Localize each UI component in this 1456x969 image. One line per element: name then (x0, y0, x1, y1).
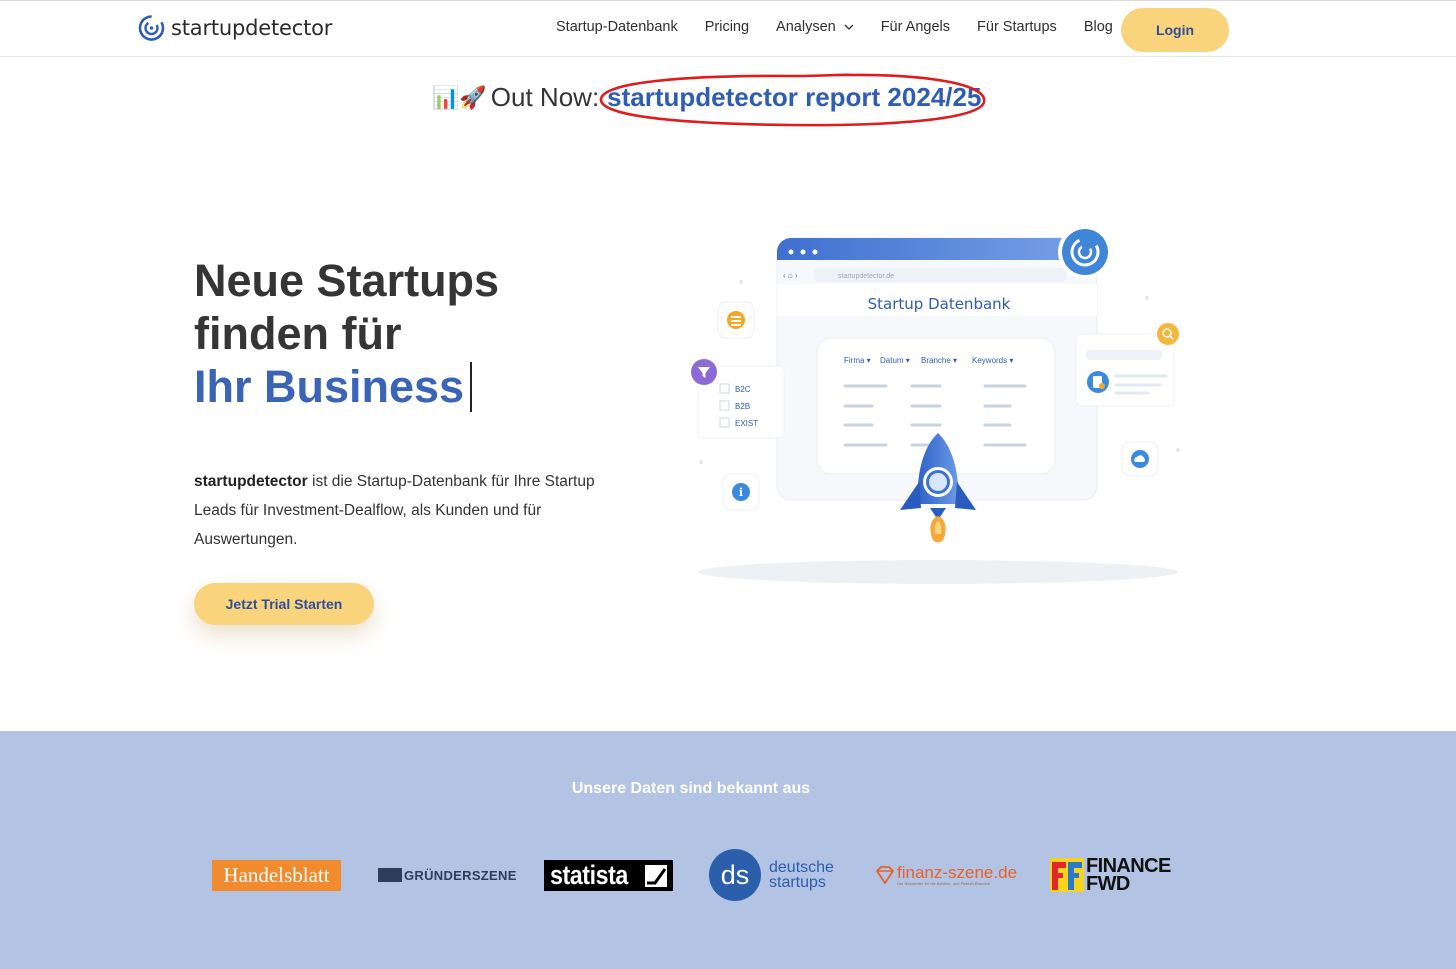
ds-line2: startups (769, 874, 826, 891)
handelsblatt-wordmark: Handelsblatt (212, 859, 341, 891)
svg-text:i: i (739, 486, 743, 499)
filter-keywords: Keywords ▾ (972, 356, 1013, 365)
deutsche-startups-logo: ds deutsche startups (709, 848, 834, 902)
hero-title-highlight: Ihr Business (194, 361, 465, 412)
logo-text: startupdetector (171, 16, 333, 40)
illustration-heading: Startup Datenbank (868, 295, 1011, 313)
checkbox-b2b: B2B (735, 402, 750, 411)
finance-fwd-line2: FWD (1086, 873, 1130, 895)
hero-title-line1: Neue Startups (194, 255, 500, 306)
nav-analysen[interactable]: Analysen (776, 19, 854, 35)
hero-description-brand: startupdetector (194, 473, 308, 490)
nav-label: Pricing (704, 19, 750, 35)
svg-text:‹ ⌂ ›: ‹ ⌂ › (783, 271, 798, 280)
startup-database-illustration: startupdetector.de ‹ ⌂ › Startup Datenba… (691, 225, 1180, 584)
announcement-prefix: Out Now: (490, 82, 600, 112)
checkbox-exist: EXIST (735, 419, 758, 428)
logo[interactable]: startupdetector (138, 14, 332, 42)
chart-rocket-emoji-icon: 📊🚀 (432, 84, 487, 110)
nav-label: Für Angels (880, 19, 951, 35)
finanz-szene-wordmark: finanz-szene.de (897, 863, 1018, 882)
finance-fwd-mark-icon (1050, 858, 1084, 892)
login-button[interactable]: Login (1121, 8, 1229, 52)
nav-startup-datenbank[interactable]: Startup-Datenbank (556, 19, 678, 35)
handelsblatt-logo: Handelsblatt (212, 848, 341, 902)
nav-label: Analysen (776, 19, 836, 35)
nav-fuer-angels[interactable]: Für Angels (881, 19, 950, 35)
nav-pricing[interactable]: Pricing (705, 19, 749, 35)
ds-mark: ds (709, 849, 761, 901)
checkbox-b2c: B2C (735, 385, 751, 394)
hero-title-line2: finden für (194, 308, 402, 359)
gruenderszene-wordmark: GRÜNDERSZENE (404, 867, 517, 883)
typing-caret (470, 362, 473, 412)
gruenderszene-logo: GRÜNDERSZENE (378, 848, 517, 902)
ds-line1: deutsche (769, 859, 834, 876)
finance-fwd-logo: FINANCE FWD (1050, 848, 1171, 902)
nav-label: Blog (1083, 19, 1113, 35)
statista-mark-icon (645, 864, 667, 887)
filter-branche: Branche ▾ (921, 356, 957, 365)
press-section-title: Unsere Daten sind bekannt aus (571, 780, 811, 797)
chevron-down-icon (844, 24, 854, 30)
nav-label: Für Startups (977, 19, 1057, 35)
start-trial-button[interactable]: Jetzt Trial Starten (194, 583, 374, 625)
nav-blog[interactable]: Blog (1084, 19, 1113, 35)
finanz-szene-diamond-icon (875, 866, 895, 884)
hero-description: startupdetector ist die Startup-Datenban… (194, 467, 614, 554)
hero-title: Neue Startups finden für Ihr Business (194, 254, 499, 413)
filter-firma: Firma ▾ (844, 356, 871, 365)
url-text: startupdetector.de (838, 273, 894, 280)
startupdetector-logo-icon (138, 15, 165, 41)
site-header: startupdetector Startup-Datenbank Pricin… (0, 1, 1456, 57)
statista-wordmark: statista (550, 859, 628, 890)
red-ellipse-annotation (599, 73, 986, 127)
nav-label: Startup-Datenbank (556, 19, 678, 35)
nav-fuer-startups[interactable]: Für Startups (977, 19, 1057, 35)
statista-logo: statista (544, 848, 673, 902)
finanz-szene-logo: finanz-szene.de Der Newsletter für die B… (875, 848, 1017, 902)
gruenderszene-mark-icon (378, 868, 402, 882)
filter-datum: Datum ▾ (880, 356, 910, 365)
main-nav: Startup-Datenbank Pricing Analysen Für A… (556, 19, 1140, 35)
